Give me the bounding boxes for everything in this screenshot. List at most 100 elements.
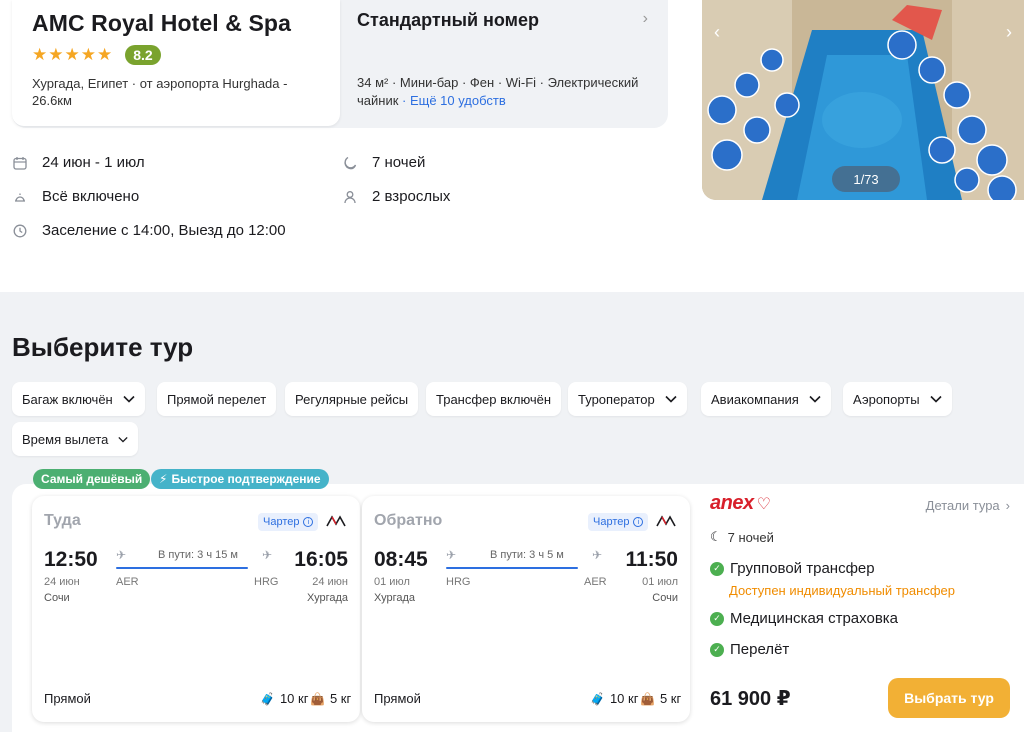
takeoff-icon: ✈ xyxy=(116,548,127,562)
chevron-down-icon xyxy=(929,395,942,403)
departure-airport: HRG xyxy=(446,576,471,588)
hotel-name: AMC Royal Hotel & Spa xyxy=(32,10,291,36)
tour-nights: ☾ 7 ночей xyxy=(710,529,774,545)
chevron-down-icon xyxy=(665,395,677,403)
rating-row: ★★★★★ 8.2 xyxy=(32,45,320,65)
lightning-icon: ⚡ xyxy=(159,472,168,486)
info-icon[interactable]: i xyxy=(633,517,644,527)
departure-city: Хургада xyxy=(374,592,416,604)
nights-text: 7 ночей xyxy=(372,154,426,171)
baggage-weight: 10 кг xyxy=(279,691,309,706)
check-icon: ✓ xyxy=(710,561,724,576)
photo-next-icon[interactable]: › xyxy=(1006,22,1012,43)
arrival-date: 24 июн xyxy=(312,576,348,588)
chevron-down-icon xyxy=(118,436,129,443)
baggage-allowance: 🧳 10 кг xyxy=(260,691,308,706)
info-icon[interactable]: i xyxy=(303,517,314,527)
flight-duration: В пути: 3 ч 15 м xyxy=(158,549,238,561)
chevron-down-icon xyxy=(809,395,821,403)
room-card[interactable]: Стандартный номер xyxy=(357,10,657,31)
arrival-time: 16:05 xyxy=(294,548,348,571)
choose-tour-button[interactable]: Выбрать тур xyxy=(888,678,1010,718)
tour-selection: Выберите тур Багаж включён Прямой переле… xyxy=(0,292,1024,732)
departure-time: 12:50 xyxy=(44,548,98,571)
filter-label: Прямой перелет xyxy=(167,391,267,407)
individual-transfer-link[interactable]: Доступен индивидуальный трансфер xyxy=(729,583,955,598)
guests-row: 2 взрослых xyxy=(342,188,450,205)
arrival-airport: HRG xyxy=(254,576,279,588)
landing-icon: ✈ xyxy=(262,548,273,562)
review-score: 8.2 xyxy=(125,45,161,65)
clock-icon xyxy=(12,223,28,239)
hotel-photo[interactable]: ‹ › 1/73 xyxy=(702,0,1024,200)
bag-icon: 👜 xyxy=(640,691,655,706)
takeoff-icon: ✈ xyxy=(446,548,457,562)
tour-details-link[interactable]: Детали тура › xyxy=(926,498,1010,513)
departure-time: 08:45 xyxy=(374,548,428,571)
heart-icon: ♡ xyxy=(756,496,771,513)
more-amenities-link[interactable]: · Ещё 10 удобств xyxy=(398,93,506,108)
hand-luggage-weight: 5 кг xyxy=(659,691,682,706)
arrival-city: Хургада xyxy=(306,592,348,604)
airline-logo-icon xyxy=(326,514,346,532)
flight-direction: Туда xyxy=(44,512,81,529)
filter-transfer[interactable]: Трансфер включён xyxy=(426,382,562,416)
departure-date: 24 июн xyxy=(44,576,80,588)
person-icon xyxy=(342,189,358,205)
filter-airports[interactable]: Аэропорты xyxy=(843,382,952,416)
suitcase-icon: 🧳 xyxy=(260,691,275,706)
flight-duration: В пути: 3 ч 5 м xyxy=(490,549,564,561)
checkin-text: Заселение с 14:00, Выезд до 12:00 xyxy=(42,222,286,239)
cheapest-badge: Самый дешёвый xyxy=(33,469,151,489)
filter-departure-time[interactable]: Время вылета xyxy=(12,422,139,456)
arrival-date: 01 июл xyxy=(642,576,678,588)
bag-icon: 👜 xyxy=(310,691,325,706)
photo-counter: 1/73 xyxy=(832,166,900,192)
filter-operator[interactable]: Туроператор xyxy=(568,382,687,416)
room-title: Стандартный номер xyxy=(357,10,539,30)
included-transfer: ✓ Групповой трансфер xyxy=(710,560,875,577)
flight-text: Перелёт xyxy=(730,641,790,658)
flight-return[interactable]: Обратно Чартер i 08:45 01 июл Хургада ✈ В… xyxy=(362,496,690,722)
moon-icon xyxy=(342,155,358,171)
filter-regular-flights[interactable]: Регулярные рейсы xyxy=(285,382,419,416)
charter-badge: Чартер i xyxy=(588,513,649,531)
departure-date: 01 июл xyxy=(374,576,410,588)
checkin-row: Заселение с 14:00, Выезд до 12:00 xyxy=(12,222,286,239)
operator-logo-text: anex xyxy=(710,492,754,514)
room-features: 34 м² · Мини-бар · Фен · Wi-Fi · Электри… xyxy=(357,74,657,110)
transfer-text: Групповой трансфер xyxy=(730,560,875,577)
star-rating: ★★★★★ xyxy=(32,45,114,64)
baggage-weight: 10 кг xyxy=(609,691,639,706)
suitcase-icon: 🧳 xyxy=(590,691,605,706)
charter-label: Чартер xyxy=(593,516,630,528)
flight-route-line xyxy=(116,567,248,569)
hotel-info: AMC Royal Hotel & Spa ★★★★★ 8.2 Хургада,… xyxy=(12,0,340,126)
arrival-time: 11:50 xyxy=(625,548,678,571)
hand-luggage-weight: 5 кг xyxy=(329,691,352,706)
flight-outbound[interactable]: Туда Чартер i 12:50 24 июн Сочи ✈ В пути:… xyxy=(32,496,360,722)
departure-airport: AER xyxy=(116,576,139,588)
filter-label: Аэропорты xyxy=(853,391,920,407)
calendar-icon xyxy=(12,155,28,171)
chevron-right-icon[interactable]: › xyxy=(643,10,648,28)
chevron-down-icon xyxy=(123,395,135,403)
filter-label: Регулярные рейсы xyxy=(295,391,409,407)
flight-type: Прямой xyxy=(374,691,421,706)
airline-logo-icon xyxy=(656,514,676,532)
flight-type: Прямой xyxy=(44,691,91,706)
departure-city: Сочи xyxy=(44,592,70,604)
filter-label: Время вылета xyxy=(22,431,109,447)
included-insurance: ✓ Медицинская страховка xyxy=(710,610,898,627)
filter-label: Багаж включён xyxy=(22,391,113,407)
filter-baggage[interactable]: Багаж включён xyxy=(12,382,145,416)
charter-label: Чартер xyxy=(263,516,300,528)
filter-label: Туроператор xyxy=(578,391,655,407)
section-title: Выберите тур xyxy=(12,332,194,362)
filter-direct-flight[interactable]: Прямой перелет xyxy=(157,382,277,416)
photo-prev-icon[interactable]: ‹ xyxy=(714,22,720,43)
dates-row: 24 июн - 1 июл xyxy=(12,154,145,171)
arrival-city: Сочи xyxy=(652,592,678,604)
included-flight: ✓ Перелёт xyxy=(710,641,789,658)
filter-airline[interactable]: Авиакомпания xyxy=(701,382,831,416)
